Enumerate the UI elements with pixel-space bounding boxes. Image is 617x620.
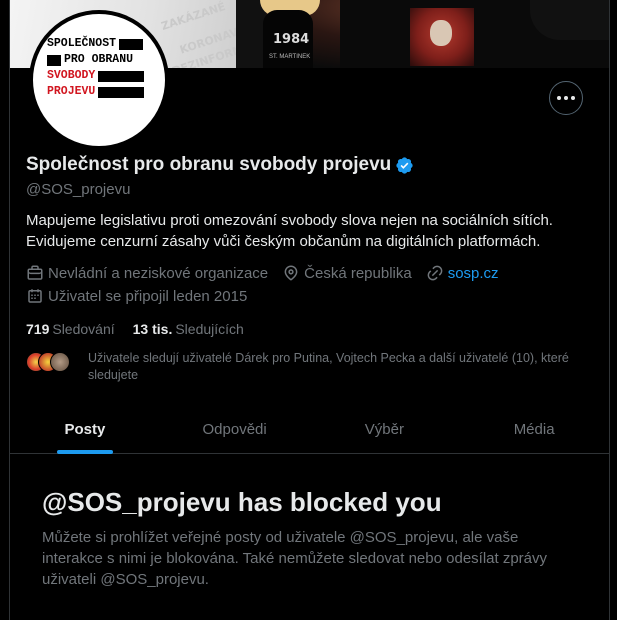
- profile-tabs: Posty Odpovědi Výběr Média: [10, 405, 609, 454]
- banner-shirt-subtext: ST. MARTINEK: [269, 54, 311, 60]
- following-count[interactable]: 719: [26, 321, 49, 337]
- verified-badge-icon[interactable]: [395, 156, 414, 175]
- profile-column: ZAKÁZANÉ KORONAVIRUS DEZINFORMACE 1984 S…: [9, 0, 610, 620]
- logo-line-2: PRO OBRANU: [64, 53, 134, 66]
- profile-category: Nevládní a neziskové organizace: [26, 264, 268, 282]
- tab-label: Posty: [64, 420, 106, 438]
- bio-line-1: Mapujeme legislativu proti omezování svo…: [26, 212, 553, 229]
- bio-line-2: Evidujeme cenzurní zásahy vůči českým ob…: [26, 233, 541, 250]
- logo-line-1: SPOLEČNOST: [47, 37, 117, 50]
- logo-line-4: PROJEVU: [47, 85, 96, 98]
- organization-logo: SPOLEČNOST PRO OBRANU SVOBODY PROJEVU: [47, 36, 157, 100]
- profile-bio: Mapujeme legislativu proti omezování svo…: [26, 210, 596, 252]
- profile-name-row: Společnost pro obranu svobody projevu: [26, 154, 414, 176]
- followers-count[interactable]: 13 tis.: [133, 321, 173, 337]
- profile-website: sosp.cz: [426, 264, 499, 282]
- logo-line-3: SVOBODY: [47, 69, 96, 82]
- following-label[interactable]: Sledování: [52, 321, 114, 337]
- blocked-message: Můžete si prohlížet veřejné posty od uži…: [42, 529, 548, 588]
- category-text: Nevládní a neziskové organizace: [48, 264, 269, 282]
- logo-bar: [98, 70, 145, 82]
- logo-bar: [98, 86, 145, 98]
- more-horizontal-icon: [557, 96, 575, 100]
- location-pin-icon: [284, 265, 298, 281]
- followed-by-avatars: [26, 350, 80, 374]
- link-icon: [427, 265, 443, 281]
- tab-replies[interactable]: Odpovědi: [160, 405, 310, 453]
- profile-joined: Uživatel se připojil leden 2015: [26, 287, 247, 305]
- follow-counts: 719 Sledování 13 tis. Sledujících: [26, 321, 262, 337]
- banner-person2-hair: [530, 0, 609, 40]
- logo-bar: [119, 38, 144, 50]
- more-options-button[interactable]: [549, 81, 583, 115]
- profile-display-name: Společnost pro obranu svobody projevu: [26, 154, 392, 175]
- blocked-title: @SOS_projevu has blocked you: [42, 487, 442, 517]
- banner-bg-word: ZAKÁZANÉ: [159, 0, 228, 33]
- banner-shirt-text: 1984: [273, 32, 310, 47]
- tab-label: Výběr: [364, 420, 404, 438]
- banner-person-shirt: 1984 ST. MARTINEK: [263, 10, 313, 68]
- website-link[interactable]: sosp.cz: [448, 265, 499, 282]
- banner-print-face: [430, 20, 452, 46]
- tab-highlights[interactable]: Výběr: [310, 405, 460, 453]
- logo-bar: [47, 54, 61, 66]
- banner-divider: [236, 0, 266, 68]
- tab-posts[interactable]: Posty: [10, 405, 160, 454]
- location-text: Česká republika: [304, 264, 412, 282]
- followers-label[interactable]: Sledujících: [175, 321, 243, 337]
- profile-handle: @SOS_projevu: [26, 181, 131, 198]
- briefcase-icon: [27, 265, 43, 280]
- banner-shirt-print: [410, 8, 474, 66]
- profile-meta-row: Nevládní a neziskové organizace Česká re…: [26, 264, 513, 282]
- profile-avatar[interactable]: SPOLEČNOST PRO OBRANU SVOBODY PROJEVU: [29, 10, 169, 150]
- tab-label: Odpovědi: [202, 420, 267, 438]
- joined-text: Uživatel se připojil leden 2015: [48, 287, 248, 305]
- followed-by-text[interactable]: Uživatele sledují uživatelé Dárek pro Pu…: [88, 350, 600, 384]
- tab-label: Média: [513, 420, 555, 438]
- follower-avatar: [50, 352, 70, 372]
- followed-by-section[interactable]: Uživatele sledují uživatelé Dárek pro Pu…: [26, 350, 600, 384]
- profile-joined-row: Uživatel se připojil leden 2015: [26, 287, 261, 305]
- calendar-icon: [28, 289, 42, 303]
- profile-location: Česká republika: [282, 264, 412, 282]
- tab-media[interactable]: Média: [459, 405, 609, 453]
- active-tab-indicator: [56, 450, 113, 454]
